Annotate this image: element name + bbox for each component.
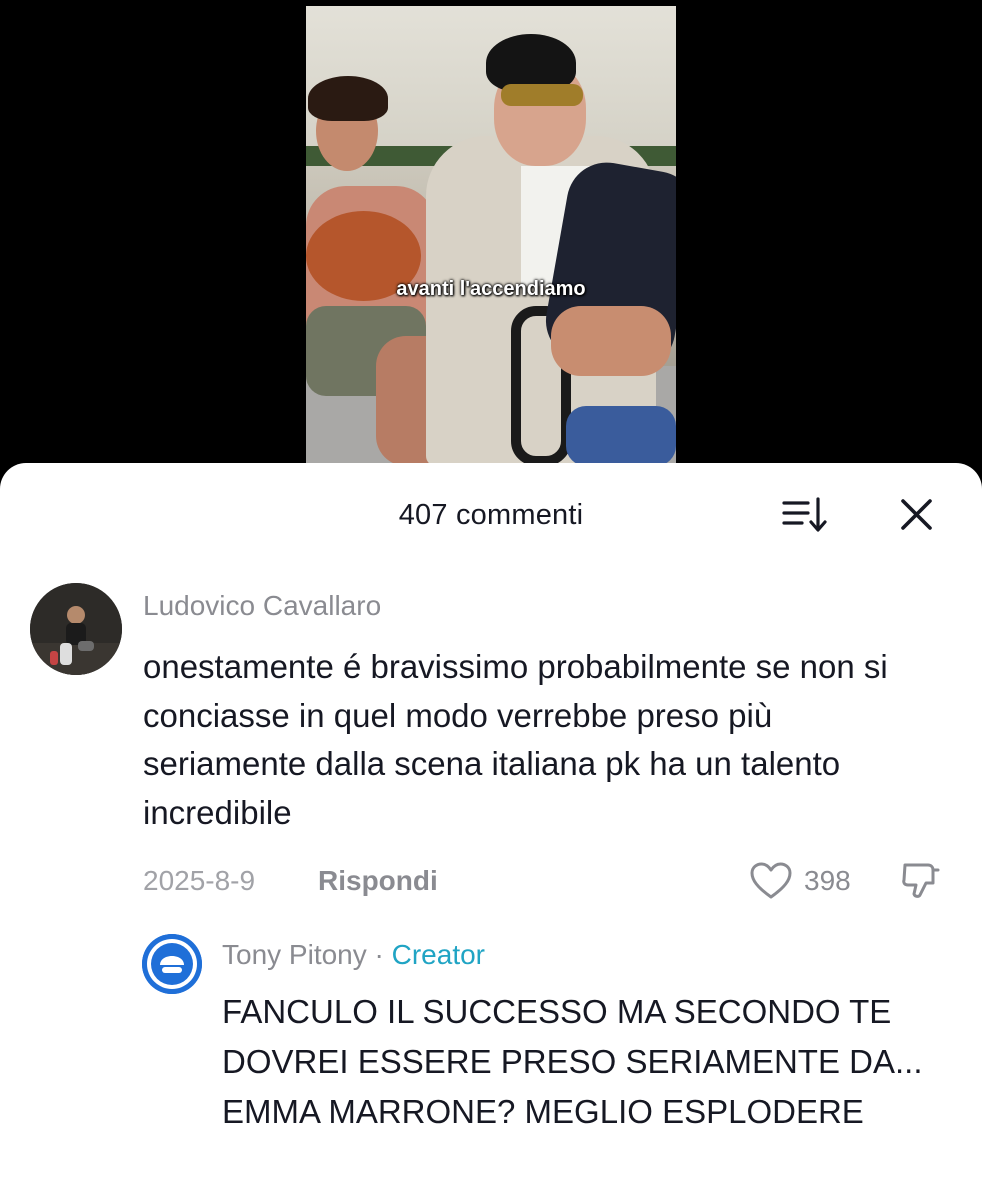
video-person-right-hand bbox=[551, 306, 671, 376]
thumbs-down-icon[interactable] bbox=[898, 859, 942, 903]
video-frame[interactable]: avanti l'accendiamo bbox=[306, 6, 676, 464]
heart-outline-icon[interactable] bbox=[749, 861, 793, 901]
reply-text: FANCULO IL SUCCESSO MA SECONDO TE DOVREI… bbox=[222, 993, 923, 1130]
sort-list-icon[interactable] bbox=[778, 493, 834, 539]
comment-date: 2025-8-9 bbox=[143, 865, 256, 896]
close-button[interactable] bbox=[892, 493, 942, 539]
comments-sheet: 407 commenti Ludovico Cavallaro onestame… bbox=[0, 463, 982, 1200]
comments-count-title: 407 commenti bbox=[398, 499, 584, 531]
author-separator: · bbox=[374, 939, 384, 970]
close-icon bbox=[901, 499, 932, 530]
avatar[interactable] bbox=[30, 583, 122, 675]
video-person-center-glasses bbox=[501, 84, 583, 106]
video-area[interactable]: avanti l'accendiamo bbox=[0, 0, 982, 470]
creator-badge: Creator bbox=[391, 939, 486, 970]
creator-avatar[interactable] bbox=[142, 934, 202, 994]
comment-author[interactable]: Ludovico Cavallaro bbox=[143, 590, 381, 622]
reply-button[interactable]: Rispondi bbox=[318, 865, 438, 897]
comment-text: onestamente é bravissimo probabilmente s… bbox=[143, 648, 888, 831]
like-count: 398 bbox=[804, 865, 851, 896]
video-cloth bbox=[566, 406, 676, 464]
video-person-left-hair bbox=[308, 76, 388, 121]
reply-author[interactable]: Tony Pitony bbox=[222, 939, 367, 970]
reply-author-line: Tony Pitony · Creator bbox=[222, 939, 485, 971]
video-caption: avanti l'accendiamo bbox=[396, 278, 586, 300]
